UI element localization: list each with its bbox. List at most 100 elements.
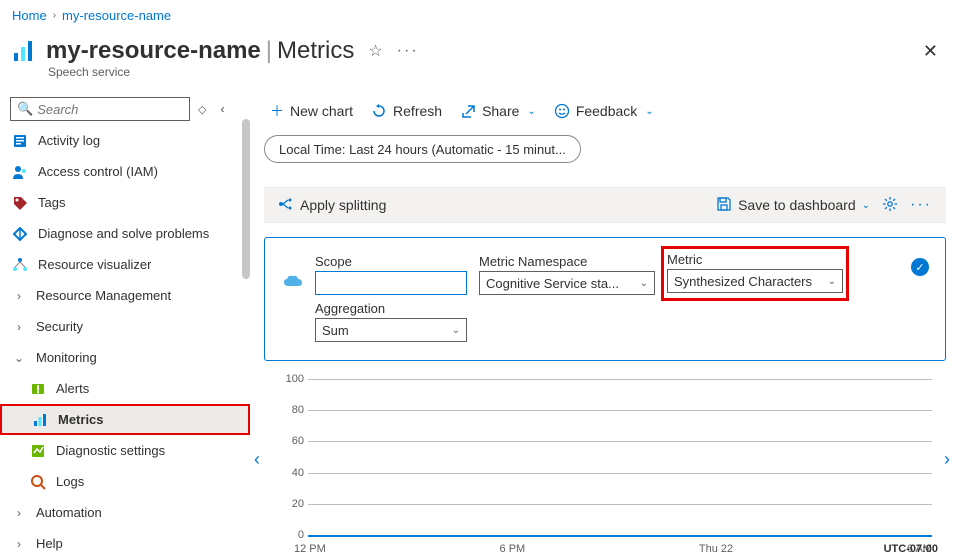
title-separator: | <box>266 37 272 65</box>
scope-label: Scope <box>315 254 467 269</box>
breadcrumb-home[interactable]: Home <box>12 8 47 23</box>
sidebar: 🔍 ◇ ‹‹ Activity log Access control (IAM)… <box>0 89 250 552</box>
sidebar-group-monitoring[interactable]: ⌄ Monitoring <box>0 342 250 373</box>
split-icon <box>278 196 294 215</box>
page-title: my-resource-name <box>46 37 261 65</box>
favorite-star-icon[interactable]: ☆ <box>368 41 382 61</box>
breadcrumb-separator: › <box>53 10 56 21</box>
cmd-label: New chart <box>290 103 353 119</box>
sidebar-group-label: Security <box>36 319 83 334</box>
apply-splitting-button[interactable]: Apply splitting <box>278 196 386 215</box>
sidebar-item-alerts[interactable]: Alerts <box>0 373 250 404</box>
y-tick: 60 <box>278 435 304 447</box>
activity-log-icon <box>12 133 28 149</box>
sidebar-item-access-control[interactable]: Access control (IAM) <box>0 156 250 187</box>
sidebar-scrollbar-thumb[interactable] <box>242 119 250 279</box>
sidebar-group-label: Automation <box>36 505 102 520</box>
save-dashboard-button[interactable]: Save to dashboard ⌄ <box>716 196 870 215</box>
chevron-right-icon: › <box>12 289 26 303</box>
command-bar: ＋ New chart Refresh Share ⌄ Feedback ⌄ <box>264 93 946 129</box>
namespace-dropdown[interactable]: Cognitive Service sta... ⌄ <box>479 271 655 295</box>
sidebar-group-resource-management[interactable]: › Resource Management <box>0 280 250 311</box>
confirm-check-icon[interactable]: ✓ <box>911 258 929 276</box>
timezone-label: UTC-07:00 <box>884 543 938 552</box>
metric-label: Metric <box>667 252 843 267</box>
sidebar-search[interactable]: 🔍 <box>10 97 190 121</box>
new-chart-button[interactable]: ＋ New chart <box>264 97 359 125</box>
metrics-chart: ‹ › 100 80 60 40 20 0 12 PM 6 PM Thu 22 <box>264 379 946 552</box>
sidebar-group-label: Resource Management <box>36 288 171 303</box>
aggregation-value: Sum <box>322 323 349 338</box>
time-range-selector[interactable]: Local Time: Last 24 hours (Automatic - 1… <box>264 135 581 163</box>
chart-next-icon[interactable]: › <box>944 449 950 470</box>
tool-label: Save to dashboard <box>738 197 856 213</box>
sidebar-item-metrics[interactable]: Metrics <box>0 404 250 435</box>
chart-more-icon[interactable]: ··· <box>910 196 932 214</box>
metric-scope-panel: Scope Metric Namespace Cognitive Service… <box>264 237 946 361</box>
gridline <box>308 410 932 411</box>
sidebar-item-diagnose[interactable]: Diagnose and solve problems <box>0 218 250 249</box>
aggregation-dropdown[interactable]: Sum ⌄ <box>315 318 467 342</box>
metric-dropdown[interactable]: Synthesized Characters ⌄ <box>667 269 843 293</box>
sidebar-group-help[interactable]: › Help <box>0 528 250 559</box>
diagnostic-settings-icon <box>30 443 46 459</box>
sidebar-item-visualizer[interactable]: Resource visualizer <box>0 249 250 280</box>
chevron-right-icon: › <box>12 320 26 334</box>
sidebar-item-label: Diagnostic settings <box>56 443 165 458</box>
tags-icon <box>12 195 28 211</box>
chevron-right-icon: › <box>12 537 26 551</box>
resource-icon <box>12 39 36 63</box>
refresh-button[interactable]: Refresh <box>365 99 448 123</box>
chevron-right-icon: › <box>12 506 26 520</box>
search-icon: 🔍 <box>17 101 33 117</box>
chevron-down-icon: ⌄ <box>640 278 648 289</box>
plus-icon: ＋ <box>270 101 284 121</box>
sidebar-group-security[interactable]: › Security <box>0 311 250 342</box>
sidebar-group-automation[interactable]: › Automation <box>0 497 250 528</box>
x-tick: 6 PM <box>500 543 526 552</box>
sidebar-item-activity-log[interactable]: Activity log <box>0 125 250 156</box>
page-header: my-resource-name | Metrics ☆ ··· ✕ <box>0 31 960 69</box>
y-tick: 40 <box>278 467 304 479</box>
sidebar-item-diagnostic-settings[interactable]: Diagnostic settings <box>0 435 250 466</box>
collapse-toggle-icon[interactable]: ◇ <box>198 103 206 116</box>
access-control-icon <box>12 164 28 180</box>
x-tick: Thu 22 <box>699 543 733 552</box>
namespace-value: Cognitive Service sta... <box>486 276 619 291</box>
chart-prev-icon[interactable]: ‹ <box>254 449 260 470</box>
time-range-label: Local Time: Last 24 hours (Automatic - 1… <box>279 142 566 157</box>
sidebar-item-tags[interactable]: Tags <box>0 187 250 218</box>
feedback-button[interactable]: Feedback ⌄ <box>548 99 660 123</box>
sidebar-group-label: Monitoring <box>36 350 97 365</box>
cmd-label: Share <box>482 103 519 119</box>
content-area: ＋ New chart Refresh Share ⌄ Feedback ⌄ L… <box>250 89 960 552</box>
sidebar-item-label: Resource visualizer <box>38 257 151 272</box>
visualizer-icon <box>12 257 28 273</box>
chevron-down-icon: ⌄ <box>527 106 535 117</box>
breadcrumb: Home › my-resource-name <box>0 0 960 31</box>
chevron-down-icon: ⌄ <box>828 276 836 287</box>
chevron-down-icon: ⌄ <box>862 200 870 211</box>
more-icon[interactable]: ··· <box>397 42 419 60</box>
breadcrumb-resource[interactable]: my-resource-name <box>62 8 171 23</box>
sidebar-item-label: Diagnose and solve problems <box>38 226 209 241</box>
feedback-icon <box>554 103 570 119</box>
chevron-down-icon: ⌄ <box>645 106 653 117</box>
cmd-label: Feedback <box>576 103 637 119</box>
search-input[interactable] <box>37 102 183 117</box>
logs-icon <box>30 474 46 490</box>
refresh-icon <box>371 103 387 119</box>
close-icon[interactable]: ✕ <box>923 41 938 62</box>
chevron-down-icon: ⌄ <box>12 351 26 365</box>
scope-dropdown[interactable] <box>315 271 467 295</box>
baseline <box>308 535 932 537</box>
x-tick: 12 PM <box>294 543 326 552</box>
y-tick: 0 <box>278 529 304 541</box>
y-tick: 100 <box>278 373 304 385</box>
settings-icon[interactable] <box>882 196 898 215</box>
sidebar-item-logs[interactable]: Logs <box>0 466 250 497</box>
sidebar-scrollbar[interactable] <box>242 119 250 552</box>
sidebar-item-label: Alerts <box>56 381 89 396</box>
share-button[interactable]: Share ⌄ <box>454 99 542 123</box>
x-axis: 12 PM 6 PM Thu 22 6 AM <box>294 543 932 552</box>
